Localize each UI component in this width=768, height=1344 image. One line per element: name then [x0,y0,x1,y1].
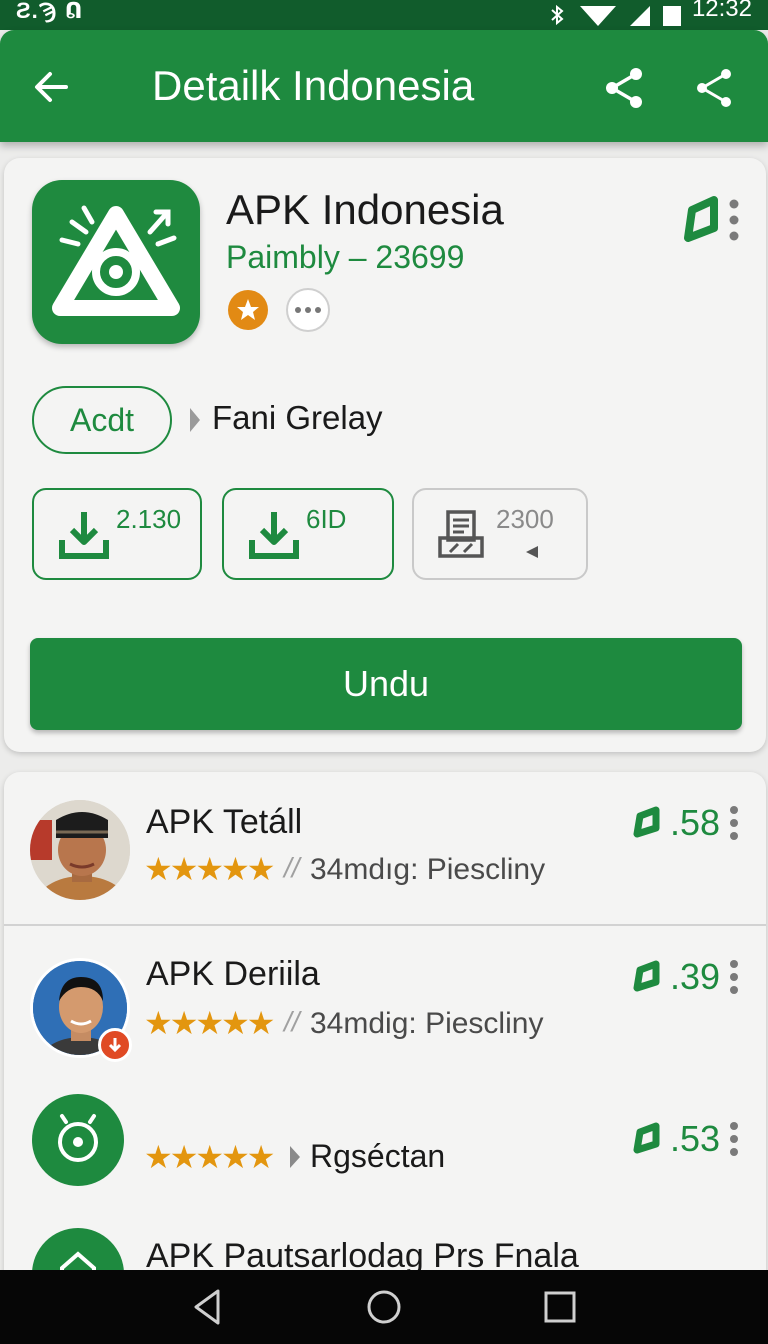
more-options-icon[interactable] [286,288,330,332]
tag-icon [633,960,660,992]
separator: // [284,1006,300,1037]
chevron-right-icon [190,408,200,432]
tag-icon[interactable] [680,192,744,248]
rating-stars: ★★★★★ [144,1139,275,1175]
nav-home-icon[interactable] [364,1287,404,1327]
chevron-right-icon [290,1146,300,1168]
list-item[interactable]: APK Tetáll ★★★★★ // 34mdıg: Piescliny .5… [4,772,766,926]
list-item-title: APK Tetáll [146,803,303,841]
award-badge-icon [228,290,268,330]
clock: 12:32 [691,0,752,22]
bluetooth-icon [551,4,564,26]
list-item-meta: 34mdig: Piescliny [310,1007,544,1040]
app-detail-card: APK Indonesia Paimbly – 23699 Acdt Fani … [4,158,766,752]
rating-stars: ★★★★★ [144,851,275,887]
score-value: .53 [670,1118,721,1159]
notification-icons: Ƨ.Ϡ ᕠ [16,0,84,23]
score-value: .39 [670,956,721,997]
share-icon[interactable] [600,64,648,112]
download-icon [249,512,299,559]
status-icons: 12:32 [546,0,752,30]
stat-value: 2.130 [116,504,182,534]
list-item[interactable]: APK Deriila ★★★★★ // 34mdig: Piescliny .… [4,928,766,1088]
avatar [30,800,130,900]
stat-files[interactable]: 2300 [412,488,588,580]
app-avatar-icon [32,1094,124,1186]
separator: // [284,852,300,883]
score-value: .58 [670,802,721,843]
app-developer-line: Paimbly – 23699 [226,239,465,275]
app-icon [32,180,200,344]
download-icon [59,512,109,559]
related-apps-list: APK Tetáll ★★★★★ // 34mdıg: Piescliny .5… [4,772,766,1292]
back-arrow-icon[interactable] [30,66,72,108]
file-icon [438,510,484,558]
list-item[interactable]: ★★★★★ Rgséctan .53 [4,1088,766,1228]
share-icon-secondary[interactable] [690,64,738,112]
category-pill[interactable]: Acdt [32,386,172,454]
nav-back-icon[interactable] [188,1287,228,1327]
wifi-icon [579,6,616,26]
nav-recents-icon[interactable] [540,1287,580,1327]
list-item-title: APK Deriila [146,955,320,993]
play-left-icon [526,546,538,558]
battery-icon [662,6,681,26]
score[interactable]: .53 [632,1118,739,1160]
stat-size[interactable]: 6ID [222,488,394,580]
score[interactable]: .39 [632,956,739,998]
status-bar: Ƨ.Ϡ ᕠ 12:32 [0,0,768,30]
tag-icon [633,1122,660,1154]
stat-value: 2300 [496,504,554,534]
stat-downloads[interactable]: 2.130 [32,488,202,580]
rating-stars: ★★★★★ [144,1005,275,1041]
list-item-meta: 34mdıg: Piescliny [310,853,546,886]
app-logo-icon [52,205,180,316]
more-vert-icon[interactable] [730,806,739,840]
signal-icon [629,6,650,26]
breadcrumb[interactable]: Fani Grelay [212,398,383,438]
app-name: APK Indonesia [226,186,504,233]
system-nav-bar [0,1270,768,1344]
download-badge-icon [98,1028,132,1062]
list-item-meta: Rgséctan [310,1138,446,1174]
page-title: Detailk Indonesia [152,62,475,109]
app-bar: Detailk Indonesia [0,30,768,142]
tag-icon [633,806,660,838]
stat-value: 6ID [306,504,347,534]
more-vert-icon[interactable] [730,1122,739,1156]
score[interactable]: .58 [632,802,739,844]
download-button[interactable]: Undu [30,638,742,730]
more-vert-icon[interactable] [730,960,739,994]
